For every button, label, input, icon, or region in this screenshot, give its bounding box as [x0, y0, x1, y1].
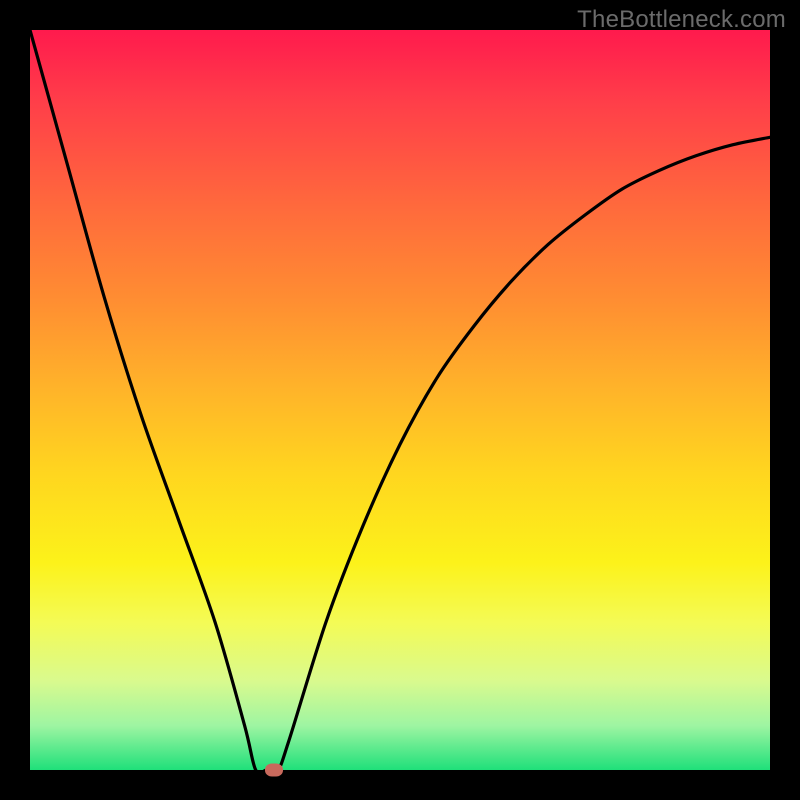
chart-frame: TheBottleneck.com	[0, 0, 800, 800]
plot-area	[30, 30, 770, 770]
curve-svg	[30, 30, 770, 770]
bottleneck-curve	[30, 30, 770, 770]
optimal-point-marker	[265, 764, 283, 777]
